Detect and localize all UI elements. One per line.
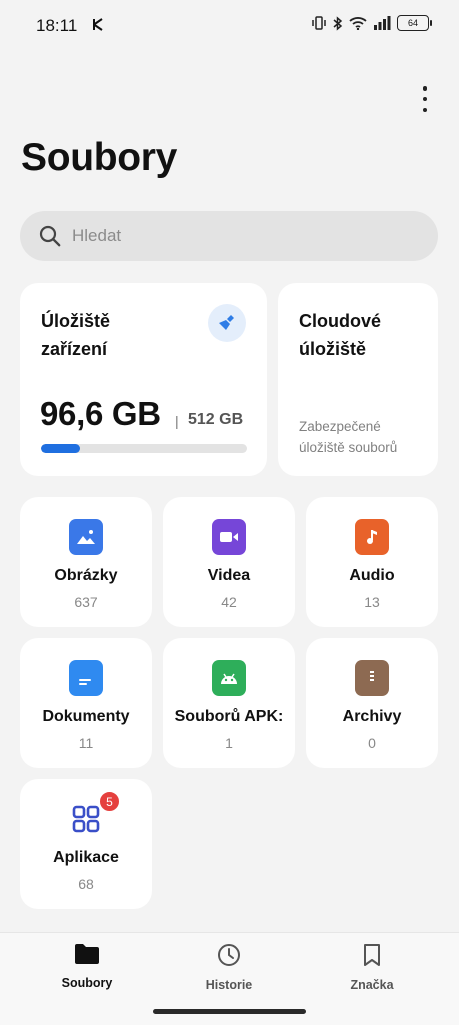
category-videos[interactable]: Videa 42 [163, 497, 295, 627]
nav-label: Historie [205, 978, 253, 992]
cleanup-button[interactable] [208, 304, 246, 342]
archive-icon [355, 660, 389, 696]
category-name: Obrázky [54, 567, 118, 584]
battery-icon: 64 [397, 15, 432, 31]
music-icon [355, 519, 389, 555]
bluetooth-icon [333, 15, 343, 31]
nav-label: Soubory [61, 976, 113, 990]
category-name: Audio [349, 567, 395, 584]
nav-history[interactable]: Historie [174, 943, 284, 992]
storage-used: 96,6 GB [40, 395, 161, 432]
wifi-icon [349, 17, 367, 30]
video-icon [212, 519, 246, 555]
category-name: Videa [207, 567, 251, 584]
android-icon [212, 660, 246, 696]
cloud-storage-description: Zabezpečené úložiště souborů [299, 419, 398, 455]
device-storage-card[interactable]: Úložiště zařízení 96,6 GB | 512 GB [20, 283, 267, 476]
category-count: 1 [225, 735, 233, 751]
app-notification-icon [92, 18, 105, 34]
more-options-icon[interactable] [417, 86, 433, 112]
notification-badge: 5 [99, 791, 120, 812]
cloud-storage-label: Cloudové úložiště [299, 311, 382, 359]
category-count: 42 [221, 594, 237, 610]
category-count: 0 [368, 735, 376, 751]
category-name: Archivy [342, 708, 402, 725]
category-apps[interactable]: 5 Aplikace 68 [20, 779, 152, 909]
vibrate-icon [312, 16, 326, 30]
apps-grid-icon [69, 801, 103, 837]
clock-icon [218, 944, 240, 966]
page-title: Soubory [21, 136, 178, 179]
category-archives[interactable]: Archivy 0 [306, 638, 438, 768]
folder-icon [75, 944, 99, 964]
document-icon [69, 660, 103, 696]
category-documents[interactable]: Dokumenty 11 [20, 638, 152, 768]
category-count: 13 [364, 594, 380, 610]
home-indicator [153, 1009, 306, 1014]
category-images[interactable]: Obrázky 637 [20, 497, 152, 627]
category-name: Souborů APK: [174, 708, 284, 725]
status-bar: 18:11 64 [0, 0, 459, 52]
bookmark-icon [364, 944, 380, 966]
status-icons: 64 [311, 15, 432, 31]
category-audio[interactable]: Audio 13 [306, 497, 438, 627]
status-time: 18:11 [36, 16, 78, 35]
category-name: Aplikace [53, 849, 119, 866]
category-apk[interactable]: Souborů APK: 1 [163, 638, 295, 768]
category-name: Dokumenty [42, 708, 130, 725]
storage-progress-bar [41, 444, 247, 453]
storage-separator: | [175, 413, 179, 429]
storage-total: 512 GB [188, 411, 244, 428]
image-icon [69, 519, 103, 555]
category-count: 68 [78, 876, 94, 892]
battery-level: 64 [407, 18, 418, 28]
search-input[interactable]: Hledat [20, 211, 438, 261]
category-count: 637 [74, 594, 98, 610]
nav-bookmark[interactable]: Značka [317, 943, 427, 992]
cloud-storage-card[interactable]: Cloudové úložiště Zabezpečené úložiště so… [278, 283, 438, 476]
broom-icon [219, 315, 234, 330]
search-icon [39, 225, 61, 247]
search-placeholder: Hledat [72, 226, 122, 245]
signal-icon [374, 16, 391, 30]
nav-label: Značka [350, 978, 394, 992]
storage-progress-fill [41, 444, 81, 453]
nav-files[interactable]: Soubory [32, 943, 142, 990]
category-count: 11 [78, 735, 94, 751]
device-storage-label: Úložiště zařízení [41, 311, 111, 359]
